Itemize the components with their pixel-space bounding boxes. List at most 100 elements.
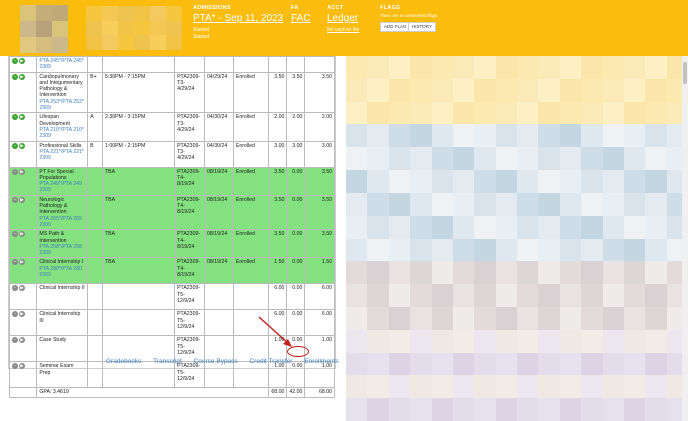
remove-icon[interactable]: − xyxy=(12,114,18,121)
open-icon[interactable]: ▶ xyxy=(19,231,25,238)
date-cell xyxy=(204,361,234,389)
grade-cell xyxy=(87,194,103,231)
open-icon[interactable]: ▶ xyxy=(19,311,25,318)
status-cell xyxy=(232,56,270,73)
section-cell: PTA2309-T5-12/9/24 xyxy=(174,361,206,389)
admissions-label: ADMISSIONS xyxy=(193,5,231,11)
open-icon[interactable]: ▶ xyxy=(19,363,25,370)
time-cell xyxy=(101,309,176,337)
credits-cell: 1.50 xyxy=(304,257,335,285)
course-name: Lifespan Development xyxy=(39,114,70,127)
earned-cell xyxy=(286,56,306,73)
enrollment-status: Started xyxy=(193,34,210,40)
attempted-cell: 2.00 xyxy=(268,112,288,142)
section-cell: PTA2309-T3-4/29/24 xyxy=(174,140,206,168)
course-code-link[interactable]: PTA 258*/PTA 258 2309 xyxy=(39,244,85,257)
remove-icon[interactable]: − xyxy=(12,196,18,203)
footer-links: Gradebooks Transcript Course Bypass Cred… xyxy=(106,358,349,365)
course-name: MS Path & Intervention xyxy=(39,231,67,244)
scrollbar-thumb[interactable] xyxy=(683,62,687,84)
grade-cell xyxy=(87,257,103,285)
course-code-link[interactable]: PTA 245*/PTA 245* 2309 xyxy=(39,58,85,71)
attempted-cell: 3.50 xyxy=(268,229,288,259)
course-bypass-link[interactable]: Course Bypass xyxy=(194,358,238,365)
open-icon[interactable]: ▶ xyxy=(19,168,25,175)
course-row: − ▶ PTA 245*/PTA 245* 2309 xyxy=(8,56,335,73)
remove-icon[interactable]: − xyxy=(12,231,18,238)
open-icon[interactable]: ▶ xyxy=(19,142,25,149)
section-cell: PTA2309-T5-12/9/24 xyxy=(174,309,206,337)
course-cell: Clinical Internship II xyxy=(36,283,89,311)
remove-icon[interactable]: − xyxy=(12,311,18,318)
time-cell xyxy=(101,361,176,389)
remove-icon[interactable]: − xyxy=(12,259,18,266)
course-name: Professional Skills xyxy=(39,142,82,149)
date-cell: 08/19/24 xyxy=(204,194,234,231)
status-cell: Enrolled xyxy=(232,194,270,231)
open-icon[interactable]: ▶ xyxy=(19,58,25,64)
section-cell: PTA2309-T4-8/19/24 xyxy=(174,194,206,231)
course-code-link[interactable]: PTA 221*/PTA 221* 2309 xyxy=(39,149,85,162)
attempted-cell: 3.00 xyxy=(268,140,288,168)
scrollbar-track[interactable] xyxy=(682,56,688,421)
row-actions: − ▶ xyxy=(8,257,38,285)
enrollments-link[interactable]: Enrollments xyxy=(304,358,338,365)
credit-transfer-link[interactable]: Credit Transfer xyxy=(249,358,292,365)
no-card-link[interactable]: No card on file xyxy=(327,27,359,33)
open-icon[interactable]: ▶ xyxy=(19,114,25,121)
attempted-cell: 3.50 xyxy=(268,194,288,231)
fa-label: FA xyxy=(291,5,299,11)
open-icon[interactable]: ▶ xyxy=(19,73,25,80)
history-button[interactable]: HISTORY xyxy=(408,22,436,32)
remove-icon[interactable]: − xyxy=(12,363,18,370)
row-actions: − ▶ xyxy=(8,309,38,337)
open-icon[interactable]: ▶ xyxy=(19,337,25,344)
remove-icon[interactable]: − xyxy=(12,168,18,175)
ledger-link[interactable]: Ledger xyxy=(327,13,358,24)
time-cell xyxy=(101,283,176,311)
fac-link[interactable]: FAC xyxy=(291,13,310,24)
course-row: − ▶ Seminar Exam Prep PTA2309-T5-12/9/24 1.0… xyxy=(8,361,335,389)
remove-icon[interactable]: − xyxy=(12,285,18,292)
total-credits: 68.00 xyxy=(304,387,335,398)
date-cell: 04/30/24 xyxy=(204,112,234,142)
attempted-cell: 3.50 xyxy=(268,71,288,114)
section-cell: PTA2309-T4-8/19/24 xyxy=(174,166,206,196)
course-code-link[interactable]: PTA 280*/PTA 280 2309 xyxy=(39,266,85,279)
course-code-link[interactable]: PTA 255*/PTA 255 2309 xyxy=(39,216,85,229)
open-icon[interactable]: ▶ xyxy=(19,196,25,203)
course-cell: Cardiopulmonary and Integumentary Pathol… xyxy=(36,71,89,114)
time-cell: TBA xyxy=(101,229,176,259)
remove-icon[interactable]: − xyxy=(12,142,18,149)
add-flag-button[interactable]: ADD FLAG xyxy=(380,22,411,32)
transcript-link[interactable]: Transcript xyxy=(153,358,182,365)
credits-cell: 3.00 xyxy=(304,140,335,168)
course-code-link[interactable]: PTA 249*/PTA 249 2309 xyxy=(39,181,85,194)
status-cell: Enrolled xyxy=(232,71,270,114)
course-cell: MS Path & Intervention PTA 258*/PTA 258 2… xyxy=(36,229,89,259)
program-link[interactable]: PTA* - Sep 11, 2023 xyxy=(193,13,283,24)
section-cell xyxy=(174,56,206,73)
open-icon[interactable]: ▶ xyxy=(19,259,25,266)
course-name: PT For Special Populations xyxy=(39,168,74,181)
gradebooks-link[interactable]: Gradebooks xyxy=(106,358,141,365)
remove-icon[interactable]: − xyxy=(12,337,18,344)
course-cell: PT For Special Populations PTA 249*/PTA 2… xyxy=(36,166,89,196)
open-icon[interactable]: ▶ xyxy=(19,285,25,292)
grade-cell xyxy=(87,166,103,196)
date-cell xyxy=(204,56,234,73)
student-name-blurred xyxy=(86,6,182,50)
remove-icon[interactable]: − xyxy=(12,73,18,80)
flags-message: There are no unresolved flags xyxy=(380,13,438,18)
credits-cell: 2.00 xyxy=(304,112,335,142)
remove-icon[interactable]: − xyxy=(12,58,18,64)
total-attempted: 68.00 xyxy=(268,387,288,398)
right-panel-blurred xyxy=(346,56,688,421)
date-cell: 04/30/24 xyxy=(204,140,234,168)
date-cell xyxy=(204,309,234,337)
course-cell: Neurologic Pathology & Intervention PTA 2… xyxy=(36,194,89,231)
credits-cell: 3.50 xyxy=(304,229,335,259)
course-code-link[interactable]: PTA 210*/PTA 210* 2309 xyxy=(39,127,85,140)
course-row: − ▶ MS Path & Intervention PTA 258*/PTA 258… xyxy=(8,229,335,259)
course-code-link[interactable]: PTA 253*/PTA 253* 2309 xyxy=(39,99,85,112)
